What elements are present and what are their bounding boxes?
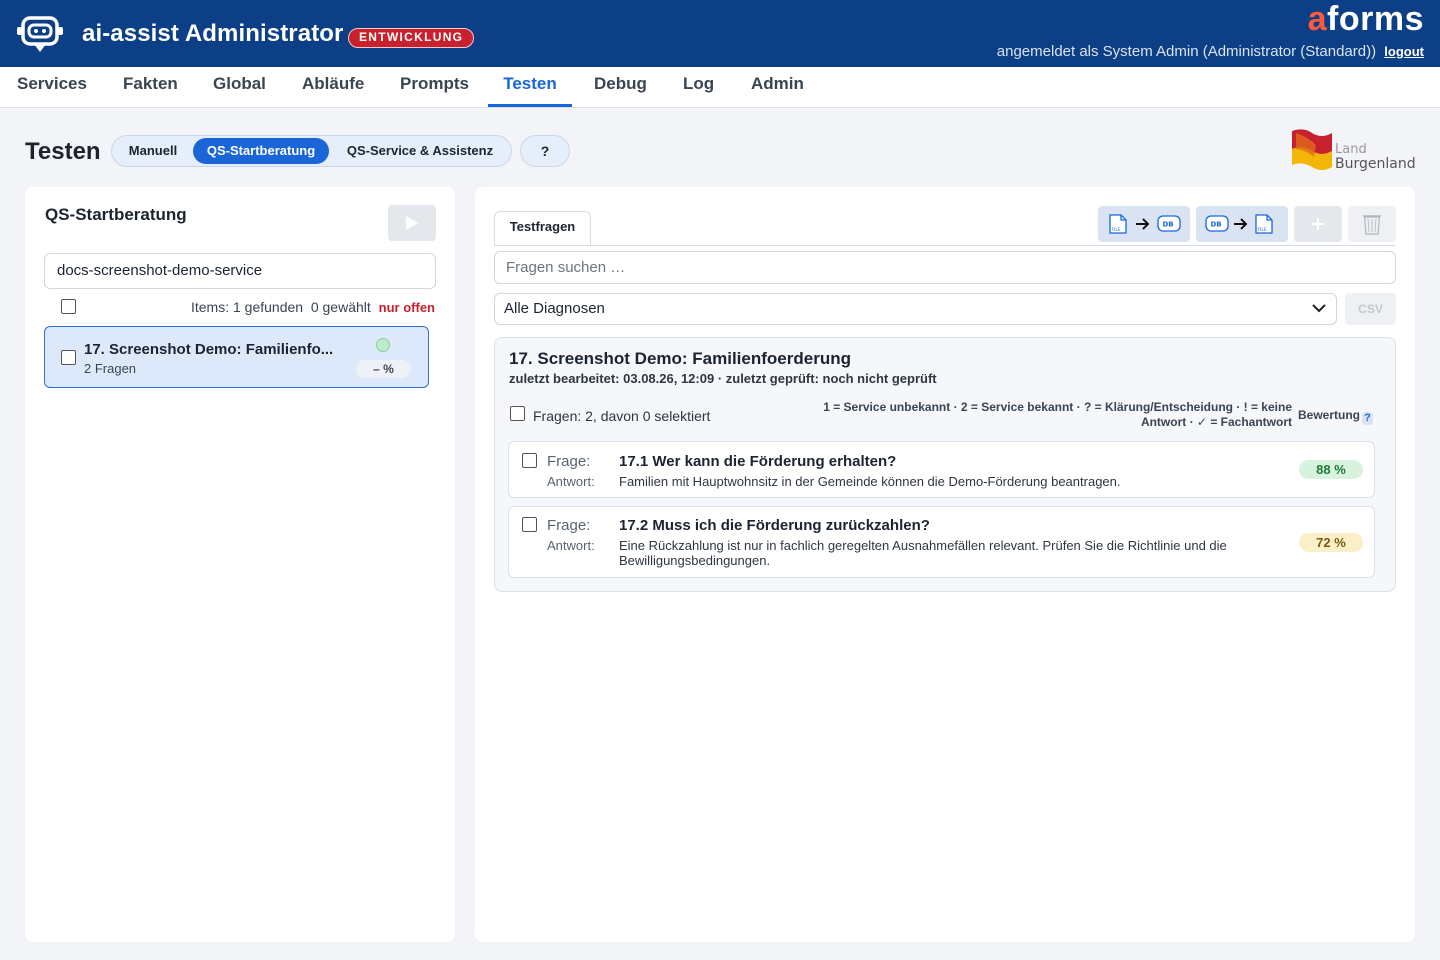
nav-global[interactable]: Global xyxy=(213,67,266,107)
question-label: Frage: xyxy=(547,453,591,470)
nav-testen[interactable]: Testen xyxy=(488,67,572,107)
answer-label: Antwort: xyxy=(547,538,595,553)
question-text: 17.1 Wer kann die Förderung erhalten? xyxy=(619,453,897,470)
panel-title: QS-Startberatung xyxy=(45,205,187,224)
tab-divider xyxy=(494,245,1396,246)
test-questions-panel: Testfragen FILE DB DB FILE Fragen suchen… xyxy=(475,187,1415,942)
chevron-down-icon xyxy=(1312,304,1326,313)
mode-switch: Manuell QS-Startberatung QS-Service & As… xyxy=(111,135,512,167)
score-badge: 72 % xyxy=(1299,533,1363,552)
csv-export-button[interactable]: CSV xyxy=(1345,293,1396,325)
list-item-percent: – % xyxy=(356,360,411,378)
diagnosis-select[interactable]: Alle Diagnosen xyxy=(494,293,1337,325)
select-all-checkbox[interactable] xyxy=(61,299,76,314)
group-select-checkbox[interactable] xyxy=(510,406,525,421)
aforms-logo: aforms xyxy=(1308,0,1424,38)
add-question-button[interactable] xyxy=(1294,206,1342,242)
question-label: Frage: xyxy=(547,517,591,534)
file-to-db-icon: FILE DB xyxy=(1109,214,1181,234)
question-card[interactable]: Frage: Antwort: 17.1 Wer kann die Förder… xyxy=(508,441,1375,498)
page-title: Testen xyxy=(25,138,101,165)
svg-text:DB: DB xyxy=(1163,221,1174,229)
answer-label: Antwort: xyxy=(547,474,595,489)
question-search-input[interactable] xyxy=(494,251,1396,284)
diagnosis-value: Alle Diagnosen xyxy=(504,300,605,317)
db-to-file-icon: DB FILE xyxy=(1205,214,1273,234)
nav-admin[interactable]: Admin xyxy=(751,67,804,107)
logo-line-2: Burgenland xyxy=(1335,156,1416,172)
mode-manuell[interactable]: Manuell xyxy=(116,138,190,164)
trash-icon xyxy=(1363,215,1381,235)
question-card[interactable]: Frage: Antwort: 17.2 Muss ich die Förder… xyxy=(508,506,1375,578)
service-select[interactable]: docs-screenshot-demo-service xyxy=(44,253,436,289)
import-file-to-db-button[interactable]: FILE DB xyxy=(1098,206,1190,242)
delete-button[interactable] xyxy=(1348,206,1396,242)
nav-log[interactable]: Log xyxy=(683,67,714,107)
list-item-checkbox[interactable] xyxy=(61,350,76,365)
mode-qs-startberatung[interactable]: QS-Startberatung xyxy=(193,138,329,164)
scenario-list-panel: QS-Startberatung docs-screenshot-demo-se… xyxy=(25,187,455,942)
brand-word: forms xyxy=(1327,0,1424,38)
svg-text:FILE: FILE xyxy=(1112,227,1121,233)
items-count: Items: 1 gefunden 0 gewählt xyxy=(190,299,371,315)
rating-label: Bewertung xyxy=(1298,408,1361,422)
export-db-to-file-button[interactable]: DB FILE xyxy=(1196,206,1288,242)
group-meta: zuletzt bearbeitet: 03.08.26, 12:09 · zu… xyxy=(509,371,937,386)
question-checkbox[interactable] xyxy=(522,453,537,468)
question-group: 17. Screenshot Demo: Familienfoerderung … xyxy=(494,337,1396,592)
plus-icon xyxy=(1312,218,1324,230)
nav-services[interactable]: Services xyxy=(17,67,87,107)
app-title: ai-assist Administrator xyxy=(82,20,344,47)
score-badge: 88 % xyxy=(1299,460,1363,479)
mode-qs-service-assistenz[interactable]: QS-Service & Assistenz xyxy=(334,138,506,164)
status-dot-icon xyxy=(376,338,390,352)
main-nav: Services Fakten Global Abläufe Prompts T… xyxy=(0,67,1440,108)
environment-badge: ENTWICKLUNG xyxy=(348,28,475,48)
list-item-subtitle: 2 Fragen xyxy=(84,361,137,376)
question-text: 17.2 Muss ich die Förderung zurückzahlen… xyxy=(619,517,930,534)
svg-text:FILE: FILE xyxy=(1258,227,1267,233)
answer-text: Eine Rückzahlung ist nur in fachlich ger… xyxy=(619,538,1227,568)
logout-link[interactable]: logout xyxy=(1384,44,1424,59)
logo-line-1: Land xyxy=(1335,142,1367,157)
run-button[interactable] xyxy=(388,205,436,241)
answer-text: Familien mit Hauptwohnsitz in der Gemein… xyxy=(619,474,1121,489)
flag-icon xyxy=(1292,129,1332,170)
list-item-title: 17. Screenshot Demo: Familienfo... xyxy=(84,341,334,358)
rating-header: Bewertung? xyxy=(1298,408,1374,425)
legend-line-1: 1 = Service unbekannt · 2 = Service beka… xyxy=(823,400,1292,414)
tab-testfragen[interactable]: Testfragen xyxy=(494,211,591,245)
top-bar: ai-assist Administrator ENTWICKLUNG afor… xyxy=(0,0,1440,67)
play-icon xyxy=(406,216,418,230)
question-checkbox[interactable] xyxy=(522,517,537,532)
logo-text: Land Burgenland xyxy=(1335,142,1416,172)
brand-letter: a xyxy=(1307,0,1328,38)
list-item[interactable]: 17. Screenshot Demo: Familienfo... 2 Fra… xyxy=(44,326,429,388)
only-open-filter[interactable]: nur offen xyxy=(379,300,435,315)
nav-prompts[interactable]: Prompts xyxy=(400,67,469,107)
items-info: Items: 1 gefunden 0 gewählt nur offen xyxy=(191,299,435,315)
rating-legend: 1 = Service unbekannt · 2 = Service beka… xyxy=(755,400,1292,430)
land-burgenland-logo: Land Burgenland xyxy=(1290,127,1420,175)
nav-debug[interactable]: Debug xyxy=(594,67,647,107)
legend-line-2: Antwort · ✓ = Fachantwort xyxy=(1140,415,1292,429)
question-count: Fragen: 2, davon 0 selektiert xyxy=(533,408,711,424)
help-button[interactable]: ? xyxy=(520,135,570,167)
rating-help-icon[interactable]: ? xyxy=(1362,412,1374,425)
group-title: 17. Screenshot Demo: Familienfoerderung xyxy=(509,349,851,368)
svg-text:DB: DB xyxy=(1211,221,1222,229)
nav-ablaeufe[interactable]: Abläufe xyxy=(302,67,364,107)
nav-fakten[interactable]: Fakten xyxy=(123,67,178,107)
login-info: angemeldet als System Admin (Administrat… xyxy=(997,43,1424,60)
robot-logo-icon xyxy=(17,16,63,52)
login-text: angemeldet als System Admin (Administrat… xyxy=(996,43,1377,60)
